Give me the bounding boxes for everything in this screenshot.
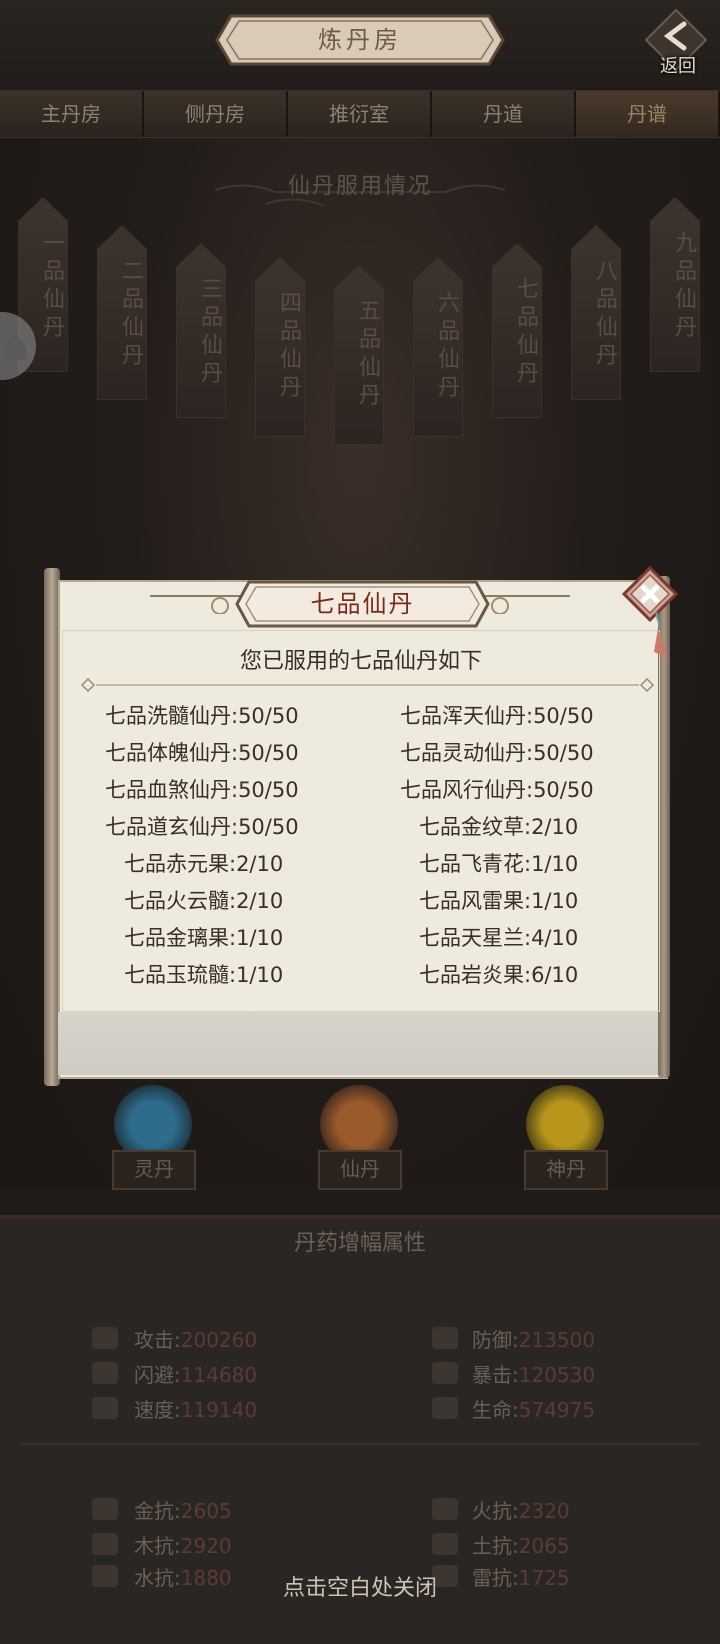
house-icon [4, 334, 26, 360]
stat-speed: 速度:119140 [134, 1394, 257, 1423]
wood-resist-icon [92, 1533, 118, 1555]
tab-side-room[interactable]: 侧丹房 [144, 91, 288, 137]
divine-dan-button[interactable]: 神丹 [524, 1150, 608, 1190]
list-item: 七品岩炎果:6/10 [419, 963, 579, 987]
list-item: 七品金纹草:2/10 [419, 815, 579, 839]
banner-label: 二品仙丹 [118, 259, 143, 371]
banner-grade-5[interactable]: 五品仙丹 [334, 265, 384, 445]
stat-label: 攻击: [134, 1328, 181, 1352]
banner-grade-7[interactable]: 七品仙丹 [492, 243, 542, 418]
banner-label: 六品仙丹 [434, 291, 459, 403]
banner-label: 九品仙丹 [671, 231, 696, 343]
banner-grade-3[interactable]: 三品仙丹 [176, 243, 226, 418]
banner-label: 七品仙丹 [513, 277, 538, 389]
stat-label: 金抗: [134, 1499, 181, 1523]
stat-defense: 防御:213500 [472, 1324, 595, 1353]
stat-value: 574975 [518, 1398, 596, 1422]
list-item: 七品天星兰:4/10 [419, 926, 579, 950]
banner-label: 四品仙丹 [276, 291, 301, 403]
back-label: 返回 [660, 56, 696, 77]
stat-value: 2065 [518, 1534, 570, 1558]
stat-dodge: 闪避:114680 [134, 1359, 257, 1388]
stat-label: 土抗: [472, 1534, 519, 1558]
list-item: 七品风行仙丹:50/50 [400, 778, 594, 802]
banner-label: 三品仙丹 [197, 277, 222, 389]
stat-fire-resist: 火抗:2320 [472, 1495, 570, 1524]
metal-resist-icon [92, 1498, 118, 1520]
list-item: 七品玉琉髓:1/10 [124, 963, 284, 987]
list-item: 七品火云髓:2/10 [124, 889, 284, 913]
stat-label: 暴击: [472, 1363, 519, 1387]
list-item: 七品洗髓仙丹:50/50 [105, 704, 299, 728]
fire-resist-icon [432, 1498, 458, 1520]
tab-dan-recipes[interactable]: 丹谱 [576, 91, 720, 137]
stat-life: 生命:574975 [472, 1394, 595, 1423]
list-item: 七品血煞仙丹:50/50 [105, 778, 299, 802]
spirit-dan-button[interactable]: 灵丹 [112, 1150, 196, 1190]
stat-attack: 攻击:200260 [134, 1324, 257, 1353]
dodge-icon [92, 1362, 118, 1384]
list-item: 七品飞青花:1/10 [419, 852, 579, 876]
immortal-dan-button[interactable]: 仙丹 [318, 1150, 402, 1190]
banner-grade-4[interactable]: 四品仙丹 [255, 257, 305, 437]
banner-label: 五品仙丹 [355, 299, 380, 411]
stat-crit: 暴击:120530 [472, 1359, 595, 1388]
attack-icon [92, 1327, 118, 1349]
page-title: 炼丹房 [318, 26, 402, 54]
crit-icon [432, 1362, 458, 1384]
modal-title: 七品仙丹 [310, 590, 415, 618]
list-item: 七品赤元果:2/10 [124, 852, 284, 876]
stat-label: 速度: [134, 1398, 181, 1422]
stat-value: 2605 [180, 1499, 232, 1523]
tab-bar: 主丹房 侧丹房 推衍室 丹道 丹谱 [0, 90, 720, 139]
stat-value: 200260 [180, 1328, 258, 1352]
list-item: 七品风雷果:1/10 [419, 889, 579, 913]
banner-grade-2[interactable]: 二品仙丹 [97, 225, 147, 400]
stats-divider [20, 1443, 700, 1445]
close-hint[interactable]: 点击空白处关闭 [0, 1570, 720, 1602]
earth-resist-icon [432, 1533, 458, 1555]
banner-grade-9[interactable]: 九品仙丹 [650, 197, 700, 372]
consumed-pill-list: 七品洗髓仙丹:50/50 七品体魄仙丹:50/50 七品血煞仙丹:50/50 七… [62, 696, 658, 1006]
section-title: 仙丹服用情况 [287, 174, 432, 199]
list-item: 七品金璃果:1/10 [124, 926, 284, 950]
stat-wood-resist: 木抗:2920 [134, 1530, 232, 1559]
stat-value: 2320 [518, 1499, 570, 1523]
modal-paper-footer [58, 1012, 664, 1075]
banner-grade-6[interactable]: 六品仙丹 [413, 257, 463, 437]
stat-label: 生命: [472, 1398, 519, 1422]
list-item: 七品灵动仙丹:50/50 [400, 741, 594, 765]
stat-value: 120530 [518, 1363, 596, 1387]
stat-label: 火抗: [472, 1499, 519, 1523]
list-item: 七品体魄仙丹:50/50 [105, 741, 299, 765]
life-icon [432, 1397, 458, 1419]
tab-main-room[interactable]: 主丹房 [0, 91, 144, 137]
stat-earth-resist: 土抗:2065 [472, 1530, 570, 1559]
stat-value: 114680 [180, 1363, 258, 1387]
stat-value: 119140 [180, 1398, 258, 1422]
banner-label: 八品仙丹 [592, 259, 617, 371]
banner-grade-8[interactable]: 八品仙丹 [571, 225, 621, 400]
stat-metal-resist: 金抗:2605 [134, 1495, 232, 1524]
stat-value: 2920 [180, 1534, 232, 1558]
tab-deduction-room[interactable]: 推衍室 [288, 91, 432, 137]
defense-icon [432, 1327, 458, 1349]
list-item: 七品道玄仙丹:50/50 [105, 815, 299, 839]
stat-label: 木抗: [134, 1534, 181, 1558]
speed-icon [92, 1397, 118, 1419]
stat-label: 防御: [472, 1328, 519, 1352]
stat-label: 闪避: [134, 1363, 181, 1387]
list-item: 七品浑天仙丹:50/50 [400, 704, 594, 728]
stats-title: 丹药增幅属性 [293, 1231, 426, 1256]
subtitle-divider [80, 678, 655, 692]
stat-value: 213500 [518, 1328, 596, 1352]
modal-subtitle: 您已服用的七品仙丹如下 [239, 649, 482, 674]
tab-dan-dao[interactable]: 丹道 [432, 91, 576, 137]
